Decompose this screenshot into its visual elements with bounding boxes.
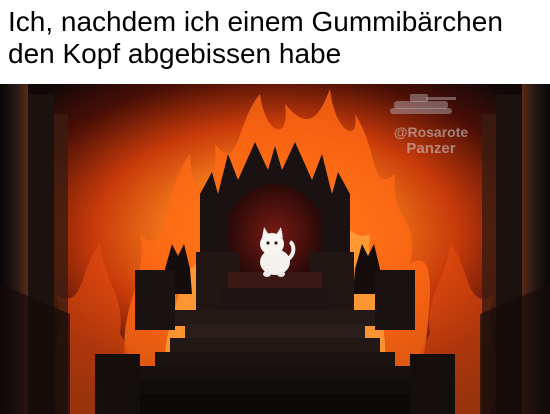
right-pillars [480,84,550,414]
meme: Ich, nachdem ich einem Gummibärchen den … [0,0,550,414]
caption-line-1: Ich, nachdem ich einem Gummibärchen [8,6,503,37]
caption-line-2: den Kopf abgebissen habe [8,38,342,69]
watermark: @Rosarote Panzer [376,124,486,157]
watermark-handle: @Rosarote [393,124,469,140]
tank-icon [390,94,456,114]
meme-caption: Ich, nachdem ich einem Gummibärchen den … [8,6,544,70]
left-pillars [0,84,70,414]
meme-image: @Rosarote Panzer [0,84,550,414]
watermark-name: Panzer [406,140,456,157]
